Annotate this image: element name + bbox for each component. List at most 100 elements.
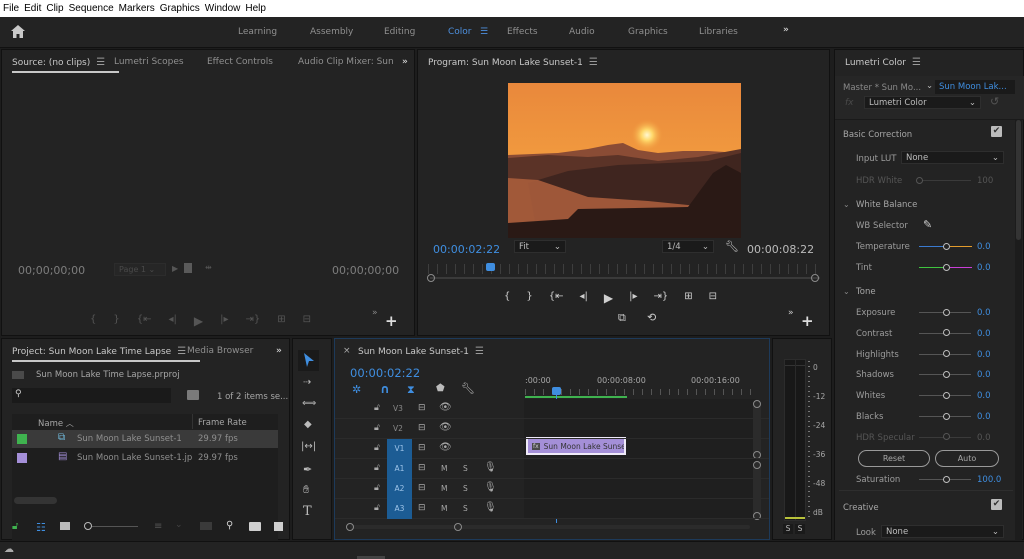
tone-knob[interactable]	[943, 370, 950, 378]
input-lut-select[interactable]: None ⌄	[901, 151, 1004, 164]
solo-button[interactable]: S	[463, 484, 468, 493]
go-to-in-icon[interactable]: {⇤	[137, 314, 152, 328]
timeline-playhead[interactable]	[552, 387, 561, 395]
add-marker-icon[interactable]: ⬟	[436, 383, 445, 394]
track-select-tool-icon[interactable]: ⇢	[303, 377, 311, 388]
new-search-bin-icon[interactable]	[187, 390, 199, 400]
sync-lock-icon[interactable]: ⊟	[418, 463, 426, 473]
stop-icon[interactable]	[184, 263, 192, 273]
mark-in-icon[interactable]: {	[504, 291, 510, 305]
tone-value[interactable]: 0.0	[977, 350, 991, 360]
tab-project[interactable]: Project: Sun Moon Lake Time Lapse ☰	[12, 346, 201, 362]
tone-value[interactable]: 0.0	[977, 329, 991, 339]
track-target[interactable]: A3	[387, 499, 412, 519]
lock-icon[interactable]: 🔓︎	[374, 483, 380, 493]
workspace-effects[interactable]: Effects	[507, 27, 538, 37]
auto-button[interactable]: Auto	[935, 450, 999, 467]
workspace-audio[interactable]: Audio	[569, 27, 595, 37]
look-select[interactable]: None ⌄	[881, 525, 1004, 538]
snap-icon[interactable]: ∩	[380, 382, 390, 396]
source-timecode-in[interactable]: 00;00;00;00	[18, 264, 85, 277]
microphone-icon[interactable]: 🎙︎	[484, 482, 497, 493]
track-name[interactable]: V2	[393, 424, 403, 433]
mute-button[interactable]: M	[441, 464, 447, 473]
track-target[interactable]: A1	[387, 459, 412, 479]
step-back-icon[interactable]: ◂|	[580, 291, 588, 305]
step-forward-icon[interactable]: |▸	[220, 314, 228, 328]
lock-icon[interactable]: 🔓︎	[374, 463, 380, 473]
nest-icon[interactable]: ✲	[352, 383, 361, 396]
extract-icon[interactable]: ⊟	[709, 291, 717, 305]
step-forward-icon[interactable]: |▸	[629, 291, 637, 305]
mute-button[interactable]: M	[441, 504, 447, 513]
linked-selection-icon[interactable]: ⧗	[407, 383, 415, 397]
clip-instance-tab[interactable]: Sun Moon Lak...	[935, 80, 1015, 94]
scrollbar[interactable]	[1015, 120, 1022, 540]
menu-clip[interactable]: Clip	[46, 3, 63, 14]
tab-lumetri-scopes[interactable]: Lumetri Scopes	[114, 57, 184, 67]
item-name[interactable]: Sun Moon Lake Sunset-1	[77, 434, 182, 444]
mark-out-icon[interactable]: }	[113, 314, 119, 328]
hdr-white-slider[interactable]	[919, 180, 971, 181]
panel-overflow-icon[interactable]: »	[402, 57, 408, 67]
project-item-row[interactable]: ▤ Sun Moon Lake Sunset-1.jp 29.97 fps	[12, 449, 278, 467]
lock-icon[interactable]: 🔓︎	[374, 423, 380, 433]
insert-icon[interactable]: ⊞	[277, 314, 285, 328]
solo-right-button[interactable]: S	[795, 524, 805, 534]
menu-file[interactable]: File	[3, 3, 19, 14]
tab-effect-controls[interactable]: Effect Controls	[207, 57, 273, 67]
temperature-knob[interactable]	[943, 242, 950, 250]
zoom-handle-right[interactable]	[454, 523, 462, 531]
reset-effect-icon[interactable]: ↺	[990, 95, 999, 108]
item-name[interactable]: Sun Moon Lake Sunset-1.jp	[77, 453, 192, 463]
tab-source[interactable]: Source: (no clips) ☰	[12, 57, 120, 73]
eye-icon[interactable]: 👁︎	[439, 442, 452, 453]
export-frame-icon[interactable]: ⧉	[618, 311, 626, 325]
workspace-assembly[interactable]: Assembly	[310, 27, 353, 37]
mark-out-icon[interactable]: }	[526, 291, 532, 305]
mute-button[interactable]: M	[441, 484, 447, 493]
automate-to-sequence-icon[interactable]	[200, 522, 212, 530]
razor-tool-icon[interactable]: ◆	[304, 419, 312, 430]
new-bin-icon[interactable]	[249, 522, 261, 531]
program-playhead[interactable]	[486, 263, 496, 271]
type-tool-icon[interactable]: T	[303, 504, 312, 519]
effect-select[interactable]: Lumetri Color ⌄	[864, 96, 981, 109]
find-icon[interactable]: ⚲	[226, 520, 233, 531]
program-timecode[interactable]: 00:00:02:22	[433, 243, 500, 256]
tint-slider-magenta[interactable]	[950, 267, 972, 268]
ripple-edit-tool-icon[interactable]: ⟺	[302, 398, 316, 409]
mark-in-icon[interactable]: {	[90, 314, 96, 328]
chevron-down-icon[interactable]: ⌄	[843, 287, 850, 296]
timeline-horizontal-scrollbar[interactable]	[350, 525, 750, 529]
label-color-swatch[interactable]	[17, 453, 27, 463]
tone-heading[interactable]: Tone	[856, 287, 876, 297]
tone-value[interactable]: 0.0	[977, 308, 991, 318]
list-view-icon[interactable]: ☷	[36, 521, 46, 534]
tab-media-browser[interactable]: Media Browser	[187, 346, 253, 356]
lock-icon[interactable]: 🔓︎	[12, 521, 18, 532]
go-to-out-icon[interactable]: ⇥}	[654, 291, 669, 305]
go-to-out-icon[interactable]: ⇥}	[246, 314, 261, 328]
workspace-learning[interactable]: Learning	[238, 27, 277, 37]
sync-lock-icon[interactable]: ⊟	[418, 483, 426, 493]
microphone-icon[interactable]: 🎙︎	[484, 502, 497, 513]
menu-sequence[interactable]: Sequence	[69, 3, 114, 14]
play-button-icon[interactable]: ▶	[194, 314, 203, 328]
creative-cloud-sync-icon[interactable]: ☁︎	[4, 544, 14, 555]
sync-lock-icon[interactable]: ⊟	[418, 403, 426, 413]
page-select[interactable]: Page 1 ⌄	[114, 263, 166, 276]
play-icon[interactable]: ▶	[172, 264, 178, 273]
tint-knob[interactable]	[943, 263, 950, 271]
slip-tool-icon[interactable]: |↔|	[301, 441, 316, 452]
close-icon[interactable]: ×	[343, 346, 351, 356]
compare-view-icon[interactable]: ⟲	[647, 311, 656, 324]
go-to-in-icon[interactable]: {⇤	[549, 291, 564, 305]
microphone-icon[interactable]: 🎙︎	[484, 462, 497, 473]
workspace-color[interactable]: Color	[448, 27, 472, 37]
track-target[interactable]: V1	[387, 439, 412, 459]
saturation-knob[interactable]	[943, 475, 950, 483]
menu-markers[interactable]: Markers	[119, 3, 155, 14]
add-button-icon[interactable]: +	[801, 312, 814, 330]
program-title[interactable]: Program: Sun Moon Lake Sunset-1 ☰	[428, 57, 598, 68]
